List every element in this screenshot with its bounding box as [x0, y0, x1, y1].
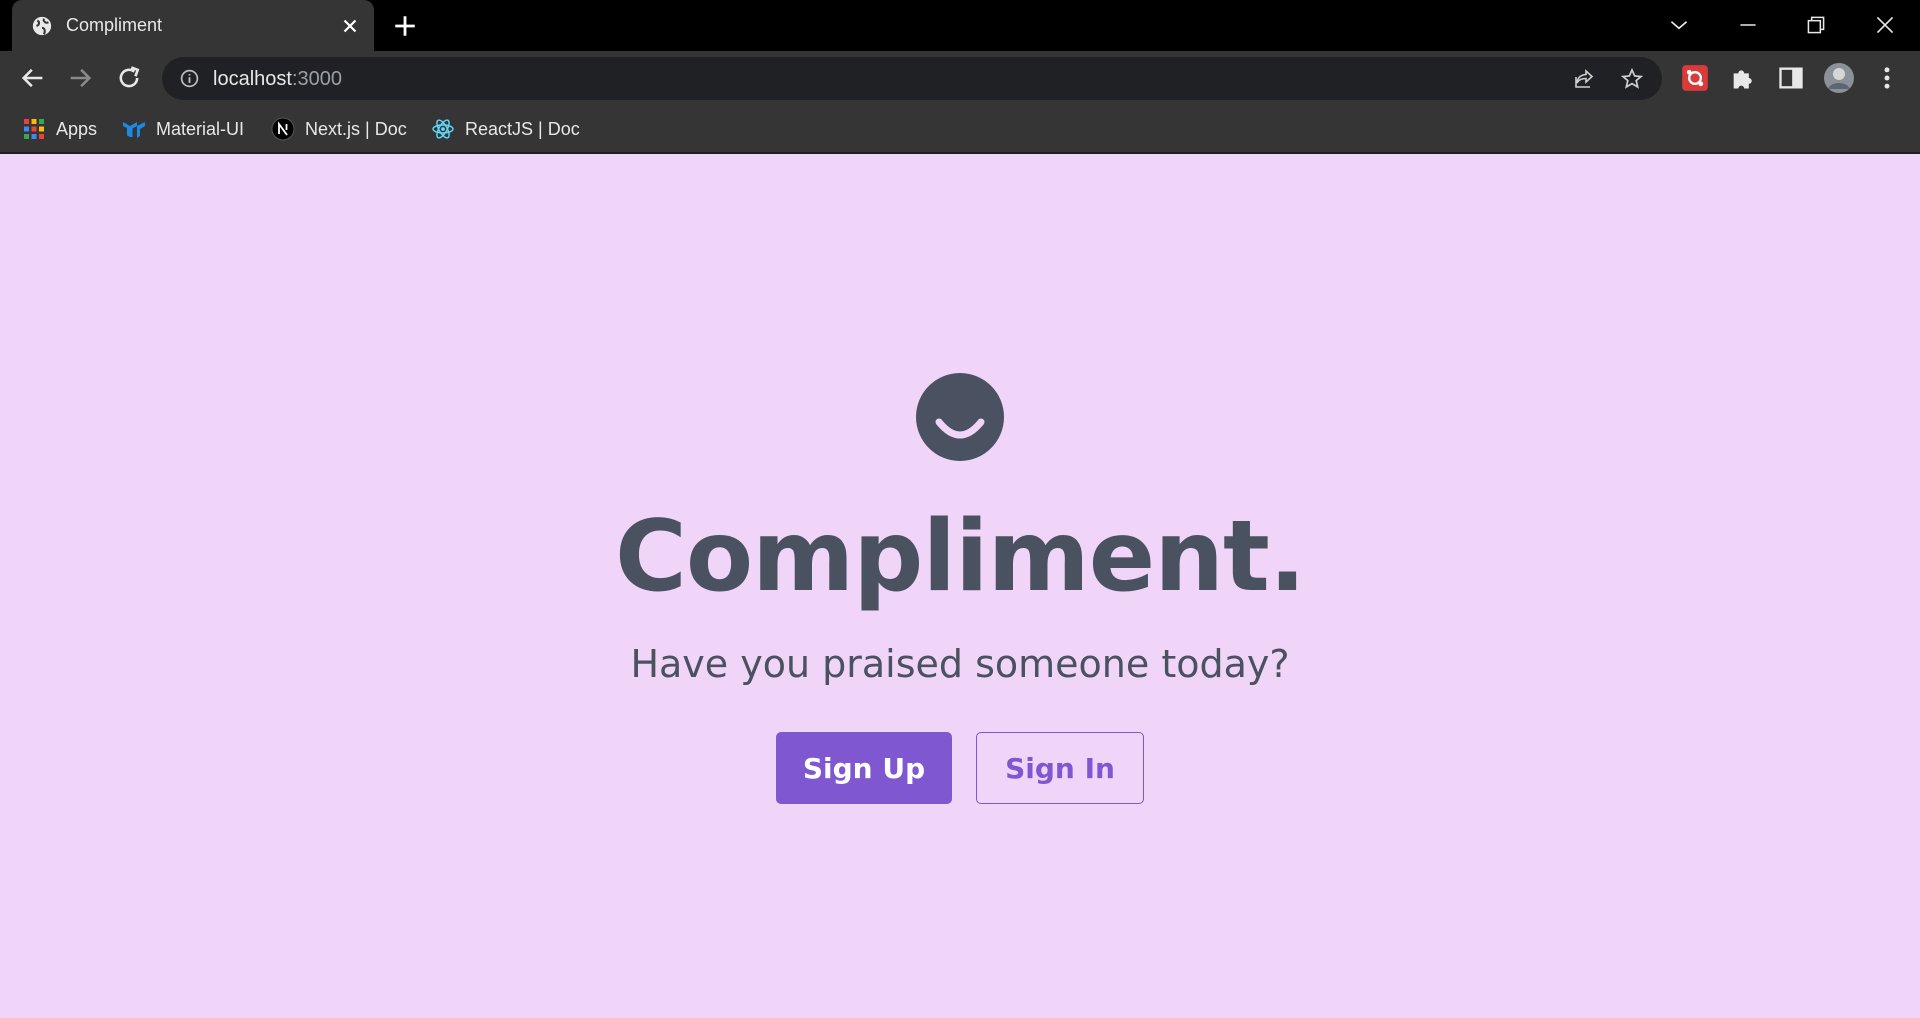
- address-url: localhost:3000: [213, 68, 342, 91]
- restore-icon[interactable]: [1803, 12, 1829, 38]
- bookmarks-bar: Apps Material-UI Next.js | Doc ReactJS |…: [0, 106, 1920, 154]
- globe-icon: [32, 16, 52, 36]
- side-panel-icon[interactable]: [1777, 64, 1805, 92]
- sign-in-button[interactable]: Sign In: [976, 732, 1144, 804]
- url-host: localhost: [213, 68, 292, 90]
- close-window-icon[interactable]: [1872, 12, 1898, 38]
- bookmark-reactjs[interactable]: ReactJS | Doc: [431, 116, 580, 142]
- bookmark-nextjs[interactable]: Next.js | Doc: [271, 116, 407, 142]
- tab-title: Compliment: [66, 15, 163, 35]
- landing-page: Compliment. Have you praised someone tod…: [0, 156, 1920, 1018]
- sign-up-button[interactable]: Sign Up: [776, 732, 952, 804]
- minimize-icon[interactable]: [1735, 12, 1761, 38]
- smiley-logo-icon: [916, 373, 1004, 461]
- site-info-icon[interactable]: [179, 68, 200, 89]
- bookmark-label: Apps: [56, 118, 98, 139]
- browser-titlebar: Compliment: [0, 0, 1920, 51]
- new-tab-plus-icon[interactable]: [392, 13, 418, 39]
- extension-red-icon[interactable]: [1681, 64, 1709, 92]
- share-icon[interactable]: [1572, 67, 1596, 91]
- react-icon: [432, 119, 454, 139]
- address-bar[interactable]: localhost:3000: [162, 57, 1662, 100]
- apps-grid-icon: [24, 119, 44, 139]
- forward-arrow-icon[interactable]: [66, 64, 94, 92]
- material-ui-icon: [123, 122, 145, 138]
- reload-icon[interactable]: [115, 64, 143, 92]
- back-arrow-icon[interactable]: [19, 64, 47, 92]
- bookmark-label: ReactJS | Doc: [465, 118, 580, 139]
- close-tab-icon[interactable]: [339, 15, 361, 37]
- nextjs-icon: [271, 117, 295, 141]
- bookmark-star-icon[interactable]: [1620, 67, 1644, 91]
- profile-avatar[interactable]: [1823, 62, 1855, 94]
- extensions-puzzle-icon[interactable]: [1729, 64, 1757, 92]
- url-port: :3000: [291, 68, 342, 90]
- bookmark-label: Next.js | Doc: [305, 118, 407, 139]
- brand-title: Compliment.: [614, 500, 1306, 614]
- bookmark-label: Material-UI: [156, 118, 245, 139]
- browser-tab[interactable]: Compliment: [12, 0, 374, 51]
- tagline: Have you praised someone today?: [630, 642, 1290, 686]
- bookmark-apps[interactable]: Apps: [22, 116, 97, 142]
- tab-search-chevron-icon[interactable]: [1666, 12, 1692, 38]
- more-menu-icon[interactable]: [1873, 64, 1901, 92]
- bookmark-material-ui[interactable]: Material-UI: [122, 116, 244, 142]
- browser-toolbar: localhost:3000: [0, 51, 1920, 106]
